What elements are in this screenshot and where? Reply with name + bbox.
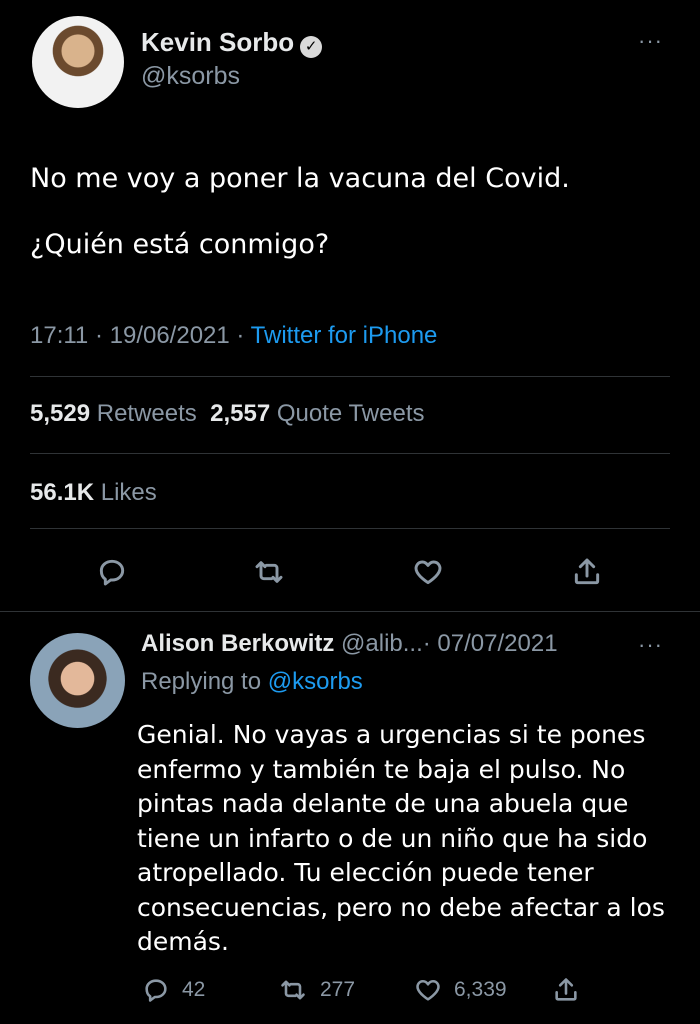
- retweet-icon[interactable]: [249, 552, 289, 592]
- reply-icon[interactable]: [92, 552, 132, 592]
- author-name[interactable]: Kevin Sorbo: [141, 27, 294, 57]
- meta-separator: ·: [236, 322, 245, 349]
- like-icon[interactable]: [414, 976, 442, 1004]
- reply-header: Alison Berkowitz @alib...· 07/07/2021: [141, 630, 558, 658]
- like-count: 6,339: [454, 978, 507, 1001]
- tweet-text-line-1: No me voy a poner la vacuna del Covid.: [30, 163, 570, 194]
- tweet-time[interactable]: 17:11: [30, 322, 88, 349]
- reply-icon[interactable]: [142, 976, 170, 1004]
- meta-separator: ·: [94, 322, 103, 349]
- reply-like-action[interactable]: 6,339: [414, 976, 507, 1004]
- quote-tweets-count: 2,557: [210, 400, 271, 427]
- divider: [30, 376, 670, 377]
- reply-retweet-action[interactable]: 277: [278, 976, 355, 1004]
- share-icon[interactable]: [567, 552, 607, 592]
- tweet-source-link[interactable]: Twitter for iPhone: [251, 322, 438, 349]
- reply-text: Genial. No vayas a urgencias si te pones…: [137, 720, 665, 956]
- reply-date[interactable]: · 07/07/2021: [423, 630, 558, 657]
- section-divider: [0, 611, 700, 612]
- tweet-meta: 17:11 · 19/06/2021 · Twitter for iPhone: [30, 322, 437, 350]
- retweets-label: Retweets: [96, 400, 197, 427]
- retweet-count: 277: [320, 978, 356, 1001]
- reply-count: 42: [182, 978, 206, 1001]
- likes-stats[interactable]: 56.1K Likes: [30, 479, 157, 507]
- author-avatar[interactable]: [32, 16, 124, 108]
- replying-to: Replying to @ksorbs: [141, 668, 363, 696]
- reply-author-handle[interactable]: @alib...: [341, 630, 423, 657]
- like-icon[interactable]: [408, 552, 448, 592]
- divider: [30, 453, 670, 454]
- quote-tweets-label: Quote Tweets: [276, 400, 425, 427]
- reply-author-name[interactable]: Alison Berkowitz: [141, 630, 334, 657]
- author-handle[interactable]: @ksorbs: [141, 62, 240, 91]
- tweet-text-line-2: ¿Quién está conmigo?: [30, 229, 330, 260]
- retweet-icon[interactable]: [278, 976, 308, 1004]
- replying-to-handle[interactable]: @ksorbs: [268, 668, 363, 695]
- reply-reply-action[interactable]: 42: [142, 976, 205, 1004]
- retweets-count: 5,529: [30, 400, 91, 427]
- author-name-row[interactable]: Kevin Sorbo ✓: [141, 27, 323, 58]
- likes-count: 56.1K: [30, 479, 95, 506]
- share-icon[interactable]: [552, 976, 580, 1004]
- more-options-icon[interactable]: ···: [638, 28, 663, 54]
- reply-more-options-icon[interactable]: ···: [638, 632, 663, 658]
- replying-to-label: Replying to: [141, 668, 262, 695]
- verified-badge-icon: ✓: [300, 35, 323, 58]
- reply-author-avatar[interactable]: [30, 633, 125, 728]
- retweet-stats[interactable]: 5,529 Retweets 2,557 Quote Tweets: [30, 400, 425, 428]
- likes-label: Likes: [100, 479, 157, 506]
- divider: [30, 528, 670, 529]
- reply-share-action[interactable]: [552, 976, 580, 1004]
- tweet-date[interactable]: 19/06/2021: [110, 322, 230, 349]
